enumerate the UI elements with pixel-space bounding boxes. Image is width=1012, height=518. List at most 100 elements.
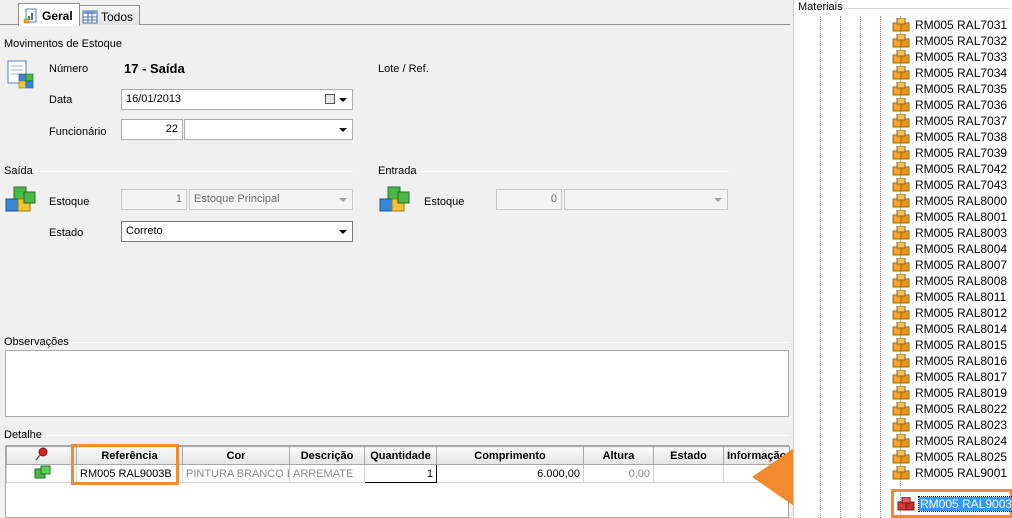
table-icon: [82, 9, 98, 25]
tree-title: Materiais: [798, 1, 843, 13]
orange-cubes-icon: [892, 257, 910, 272]
saida-estoque-id-field[interactable]: 1: [121, 189, 187, 210]
chevron-down-icon[interactable]: [339, 230, 347, 234]
chevron-down-icon[interactable]: [339, 128, 347, 132]
calendar-icon[interactable]: [325, 94, 335, 104]
tree-item[interactable]: RM005 RAL8015: [892, 337, 1008, 353]
tree-item[interactable]: RM005 RAL8016: [892, 353, 1008, 369]
cell-comprimento[interactable]: 6.000,00: [436, 464, 584, 483]
chevron-down-icon[interactable]: [339, 98, 347, 102]
tree-item[interactable]: RM005 RAL7043: [892, 177, 1008, 193]
tree-item[interactable]: RM005 RAL8019: [892, 385, 1008, 401]
divider: [46, 435, 788, 436]
tree-item-label: RM005 RAL7039: [915, 146, 1008, 160]
estado-label: Estado: [49, 227, 84, 239]
tree-item[interactable]: RM005 RAL8024: [892, 433, 1008, 449]
date-field[interactable]: 16/01/2013: [121, 89, 353, 110]
entrada-estoque-label: Estoque: [424, 196, 465, 208]
tree-item[interactable]: RM005 RAL8022: [892, 401, 1008, 417]
tree-item[interactable]: RM005 RAL7035: [892, 81, 1008, 97]
data-label: Data: [49, 94, 73, 106]
date-value: 16/01/2013: [126, 93, 182, 105]
observacoes-textarea[interactable]: [5, 350, 789, 417]
tree-item-label: RM005 RAL8001: [915, 210, 1008, 224]
funcionario-select[interactable]: [184, 119, 353, 140]
numero-label: Número: [49, 63, 89, 75]
estado-select[interactable]: Correto: [121, 221, 353, 242]
tree-item[interactable]: RM005 RAL8004: [892, 241, 1008, 257]
column-header-descricao[interactable]: Descrição: [289, 446, 365, 465]
column-header-comprimento[interactable]: Comprimento: [436, 446, 584, 465]
column-header-quantidade[interactable]: Quantidade: [364, 446, 437, 465]
materials-tree[interactable]: Materiais RM005 RAL7031 RM005 RAL7032 RM00…: [793, 0, 1012, 518]
table-row[interactable]: RM005 RAL9003B PINTURA BRANCO B ARREMATE…: [6, 464, 790, 483]
orange-cubes-icon: [892, 369, 910, 384]
saida-estoque-select[interactable]: Estoque Principal: [189, 189, 353, 210]
cell-cor[interactable]: PINTURA BRANCO B: [182, 464, 290, 483]
tab-todos[interactable]: Todos: [77, 5, 141, 25]
tree-item[interactable]: RM005 RAL8017: [892, 369, 1008, 385]
orange-cubes-icon: [892, 417, 910, 432]
detail-grid: Referência Cor Descrição Quantidade Comp…: [5, 445, 790, 518]
tree-item[interactable]: RM005 RAL8003: [892, 225, 1008, 241]
tree-item[interactable]: RM005 RAL8023: [892, 417, 1008, 433]
tree-item[interactable]: RM005 RAL7033: [892, 49, 1008, 65]
tree-item-label: RM005 RAL8014: [915, 322, 1008, 336]
cell-quantidade[interactable]: 1: [364, 464, 437, 483]
orange-cubes-icon: [892, 337, 910, 352]
orange-cubes-icon: [892, 17, 910, 32]
funcionario-id-field[interactable]: 22: [121, 119, 183, 140]
tree-item[interactable]: RM005 RAL7038: [892, 129, 1008, 145]
orange-cubes-icon: [892, 353, 910, 368]
column-header-referencia[interactable]: Referência: [76, 446, 183, 465]
tree-item[interactable]: RM005 RAL8011: [892, 289, 1007, 305]
tree-item[interactable]: RM005 RAL9001: [892, 465, 1008, 481]
tree-item-label: RM005 RAL8000: [915, 194, 1008, 208]
column-header-estado[interactable]: Estado: [653, 446, 724, 465]
divider: [844, 8, 1010, 9]
orange-cubes-icon: [892, 449, 910, 464]
tree-item[interactable]: RM005 RAL7042: [892, 161, 1008, 177]
row-indicator-cell[interactable]: [6, 464, 77, 483]
chevron-down-icon[interactable]: [714, 198, 722, 202]
tree-item[interactable]: RM005 RAL7031: [892, 17, 1008, 33]
orange-cubes-icon: [892, 65, 910, 80]
cell-referencia[interactable]: RM005 RAL9003B: [76, 464, 183, 483]
tree-item[interactable]: RM005 RAL8014: [892, 321, 1008, 337]
section-title-saida: Saída: [4, 165, 33, 177]
tree-item[interactable]: RM005 RAL7037: [892, 113, 1008, 129]
tree-item-label: RM005 RAL7038: [915, 130, 1008, 144]
cell-altura[interactable]: 0,00: [583, 464, 654, 483]
tree-item[interactable]: RM005 RAL7036: [892, 97, 1008, 113]
chevron-down-icon[interactable]: [339, 198, 347, 202]
tree-item-label: RM005 RAL7032: [915, 34, 1008, 48]
tree-guide-line: [820, 16, 821, 518]
entrada-estoque-select[interactable]: [564, 189, 728, 210]
tree-item[interactable]: RM005 RAL8008: [892, 273, 1008, 289]
tree-item[interactable]: RM005 RAL7032: [892, 33, 1008, 49]
orange-cubes-icon: [892, 177, 910, 192]
tree-item[interactable]: RM005 RAL7034: [892, 65, 1008, 81]
tree-item-selected[interactable]: RM005 RAL9003B: [897, 496, 1012, 512]
tree-item[interactable]: RM005 RAL8025: [892, 449, 1008, 465]
tree-guide-line: [880, 16, 881, 518]
cell-estado[interactable]: [653, 464, 724, 483]
tree-item[interactable]: RM005 RAL8000: [892, 193, 1008, 209]
tree-item-label: RM005 RAL8019: [915, 386, 1008, 400]
tree-item[interactable]: RM005 RAL8007: [892, 257, 1008, 273]
tree-item-label: RM005 RAL9003B: [917, 496, 1012, 512]
tree-item[interactable]: RM005 RAL8001: [892, 209, 1008, 225]
orange-cubes-icon: [892, 433, 910, 448]
column-header-cor[interactable]: Cor: [182, 446, 290, 465]
tree-item-label: RM005 RAL7034: [915, 66, 1008, 80]
tree-item-label: RM005 RAL8024: [915, 434, 1008, 448]
tree-item[interactable]: RM005 RAL8012: [892, 305, 1008, 321]
tab-geral[interactable]: Geral: [18, 3, 80, 26]
pin-column-header[interactable]: [6, 446, 77, 465]
tree-item[interactable]: RM005 RAL7039: [892, 145, 1008, 161]
cell-descricao[interactable]: ARREMATE: [289, 464, 365, 483]
tree-item-label: RM005 RAL7043: [915, 178, 1008, 192]
tree-item-label: RM005 RAL8007: [915, 258, 1008, 272]
entrada-estoque-id-field[interactable]: 0: [496, 189, 562, 210]
column-header-altura[interactable]: Altura: [583, 446, 654, 465]
